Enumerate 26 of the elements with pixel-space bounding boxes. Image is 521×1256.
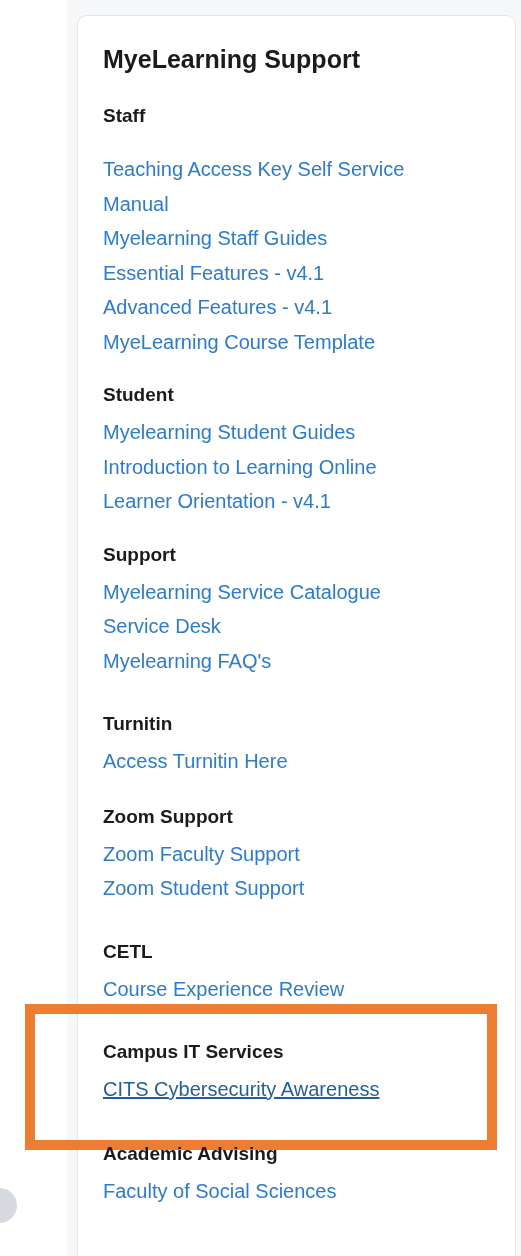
link[interactable]: Zoom Faculty Support bbox=[103, 842, 300, 865]
link[interactable]: MyeLearning Course Template bbox=[103, 330, 375, 353]
section-heading: Student bbox=[103, 383, 175, 407]
section-heading: CETL bbox=[103, 939, 154, 964]
link[interactable]: Service Desk bbox=[103, 615, 221, 637]
link[interactable]: Myelearning Staff Guides bbox=[103, 227, 328, 249]
link[interactable]: Learner Orientation - v4.1 bbox=[103, 490, 331, 512]
link[interactable]: CITS Cybersecurity Awareness bbox=[103, 1078, 380, 1100]
section-heading: Support bbox=[103, 542, 177, 567]
section-heading: Campus IT Services bbox=[103, 1040, 285, 1064]
section-heading: Zoom Support bbox=[103, 804, 234, 829]
link[interactable]: Myelearning Student Guides bbox=[103, 421, 356, 443]
link[interactable]: Manual bbox=[103, 192, 169, 215]
link[interactable]: Myelearning Service Catalogue bbox=[103, 580, 381, 603]
link[interactable]: Zoom Student Support bbox=[103, 877, 305, 899]
link[interactable]: Faculty of Social Sciences bbox=[103, 1179, 337, 1202]
panel-title: MyeLearning Support bbox=[103, 44, 361, 75]
link[interactable]: Advanced Features - v4.1 bbox=[103, 296, 332, 318]
link[interactable]: Access Turnitin Here bbox=[103, 750, 288, 772]
link[interactable]: Essential Features - v4.1 bbox=[103, 261, 325, 284]
section-heading: Turnitin bbox=[103, 712, 174, 736]
link[interactable]: Introduction to Learning Online bbox=[103, 455, 377, 478]
link[interactable]: Course Experience Review bbox=[103, 977, 345, 1000]
link[interactable]: Myelearning FAQ's bbox=[103, 649, 272, 672]
link[interactable]: Teaching Access Key Self Service bbox=[103, 158, 405, 180]
section-heading: Staff bbox=[103, 104, 147, 128]
